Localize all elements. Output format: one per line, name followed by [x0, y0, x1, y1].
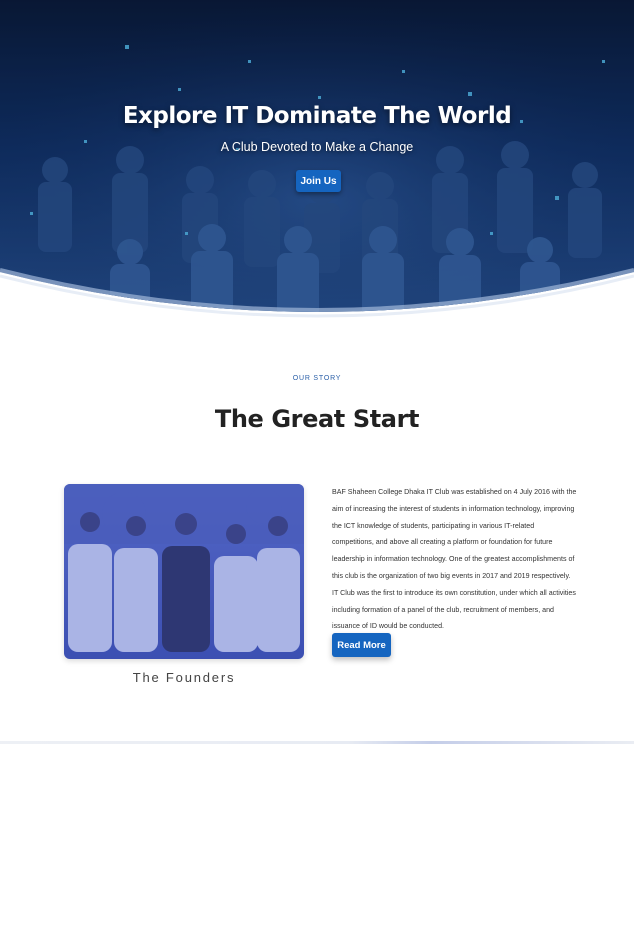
- section-title: The Great Start: [214, 405, 420, 433]
- founders-photo: [64, 484, 304, 659]
- hero-banner: Explore IT Dominate The World A Club Dev…: [0, 0, 634, 330]
- founders-caption: The Founders: [132, 670, 236, 685]
- read-more-button[interactable]: Read More: [332, 633, 391, 657]
- hero-title: Explore IT Dominate The World: [122, 103, 512, 129]
- story-paragraph: BAF Shaheen College Dhaka IT Club was es…: [332, 488, 577, 631]
- founders-image: [64, 484, 304, 659]
- section-eyebrow: OUR STORY: [292, 375, 342, 382]
- section-divider: [0, 741, 634, 744]
- hero-background-image: [0, 0, 634, 318]
- join-us-button[interactable]: Join Us: [296, 170, 341, 192]
- hero-subtitle: A Club Devoted to Make a Change: [220, 140, 414, 154]
